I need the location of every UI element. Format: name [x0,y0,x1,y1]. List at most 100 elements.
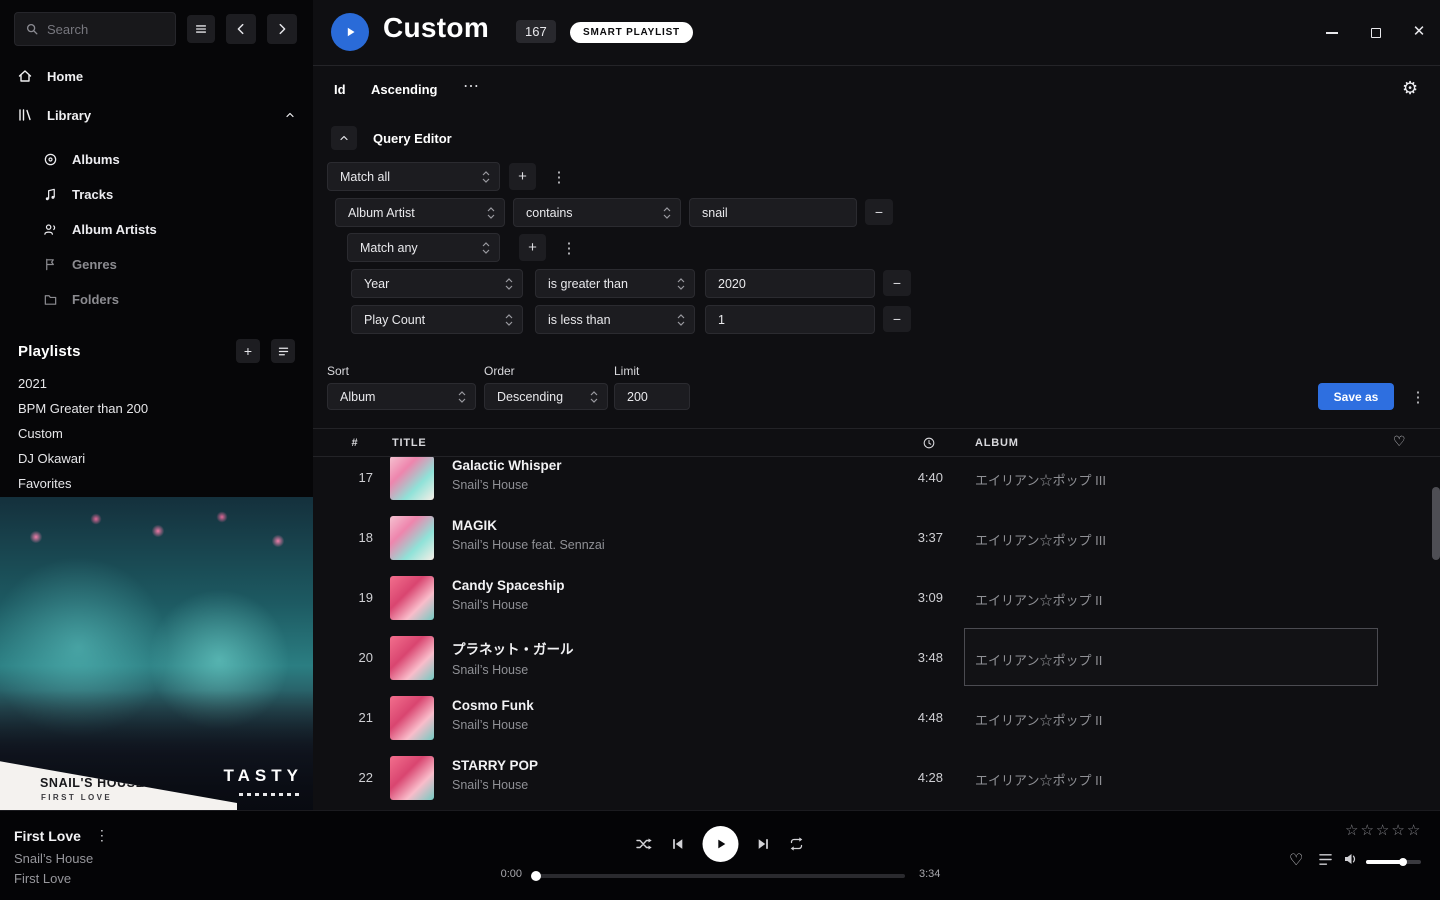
sidebar-item-tracks[interactable]: Tracks [0,177,313,212]
star-icon[interactable]: ☆ [1407,821,1422,839]
maximize-button[interactable] [1365,22,1387,44]
rule-value-input[interactable] [689,198,857,227]
repeat-button[interactable] [789,836,805,852]
forward-button[interactable] [267,14,297,44]
folder-icon [43,292,58,307]
playlist-list-button[interactable] [271,339,295,363]
add-rule-button[interactable]: + [509,163,536,190]
sidebar-item-home[interactable]: Home [0,60,313,92]
seek-bar[interactable] [535,874,905,878]
add-nested-rule-button[interactable]: + [519,234,546,261]
star-icon[interactable]: ☆ [1345,821,1360,839]
close-button[interactable]: ✕ [1408,20,1430,42]
chevron-up-icon[interactable] [284,109,296,121]
kebab-icon: ⋮ [552,168,567,186]
volume-slider[interactable] [1366,860,1421,864]
table-row[interactable]: 20 プラネット・ガール Snail’s House 3:48 エイリアン☆ポッ… [313,628,1440,688]
sidebar-item-label: Tracks [72,187,113,202]
minus-icon: − [893,275,901,291]
seek-handle[interactable] [531,871,541,881]
chevron-up-icon [338,132,350,144]
match-mode-select[interactable]: Match all [327,162,500,191]
save-menu-button[interactable]: ⋮ [1408,383,1428,410]
volume-button[interactable] [1343,852,1359,866]
now-playing-info: First Love ⋮ [14,827,109,844]
table-row[interactable]: 17 Galactic Whisper Snail’s House 4:40 エ… [313,457,1440,508]
playlist-item[interactable]: BPM Greater than 200 [0,396,313,421]
toolbar-more-button[interactable]: ⋯ [463,76,480,96]
rule-field-select[interactable]: Year [351,269,523,298]
rule-field-select[interactable]: Play Count [351,305,523,334]
playlist-item[interactable]: Favorites [0,471,313,496]
sort-select[interactable]: Album [327,383,476,410]
playlist-item[interactable]: DJ Okawari [0,446,313,471]
sidebar-item-albums[interactable]: Albums [0,142,313,177]
next-button[interactable] [757,837,771,851]
now-playing-menu-button[interactable]: ⋮ [95,827,109,844]
add-playlist-button[interactable]: + [236,339,260,363]
play-pause-button[interactable] [703,826,739,862]
column-number[interactable]: # [337,437,373,449]
sidebar-item-folders[interactable]: Folders [0,282,313,317]
rule-operator-select[interactable]: contains [513,198,681,227]
star-icon[interactable]: ☆ [1376,821,1391,839]
group-menu-button[interactable]: ⋮ [549,163,569,190]
star-icon[interactable]: ☆ [1391,821,1406,839]
rule-field-select[interactable]: Album Artist [335,198,505,227]
sidebar-item-library[interactable]: Library [0,99,313,131]
elapsed-time: 0:00 [480,868,522,880]
rule-value-input[interactable] [705,305,875,334]
nested-match-mode-select[interactable]: Match any [347,233,500,262]
queue-button[interactable] [1318,853,1333,866]
volume-handle[interactable] [1399,858,1407,866]
track-artist: Snail’s House [452,598,565,612]
table-row[interactable]: 19 Candy Spaceship Snail’s House 3:09 エイ… [313,568,1440,628]
remove-rule-button[interactable]: − [883,306,911,332]
favorite-button[interactable]: ♡ [1289,850,1303,869]
sidebar-item-album-artists[interactable]: Album Artists [0,212,313,247]
column-title[interactable]: TITLE [392,437,427,449]
remove-rule-button[interactable]: − [883,270,911,296]
table-row[interactable]: 21 Cosmo Funk Snail’s House 4:48 エイリアン☆ポ… [313,688,1440,748]
column-album[interactable]: ALBUM [975,437,1019,449]
star-icon[interactable]: ☆ [1360,821,1375,839]
settings-button[interactable]: ⚙ [1402,78,1418,99]
order-select[interactable]: Descending [484,383,608,410]
now-playing-cover-art[interactable]: SNAIL'S HOUSE FIRST LOVE TASTY [0,497,313,810]
sort-order-button[interactable]: Ascending [371,82,437,97]
track-number: 21 [337,710,373,725]
transport-controls [636,826,805,862]
search-box[interactable] [14,12,176,46]
cover-brand: TASTY [224,766,303,786]
query-editor-title: Query Editor [373,131,452,146]
nested-group-menu-button[interactable]: ⋮ [559,234,579,261]
rule-value-input[interactable] [705,269,875,298]
page-title: Custom [383,12,489,44]
next-icon [757,837,771,851]
previous-button[interactable] [671,837,685,851]
save-as-button[interactable]: Save as [1318,383,1394,410]
favorite-column-icon[interactable]: ♡ [1393,434,1406,450]
flag-icon [43,257,58,272]
playlist-item[interactable]: Custom [0,421,313,446]
play-playlist-button[interactable] [331,13,369,51]
playlist-item[interactable]: 2021 [0,371,313,396]
query-editor-collapse-button[interactable] [331,126,357,150]
rule-operator-select[interactable]: is less than [535,305,695,334]
search-input[interactable] [47,22,165,37]
now-playing-artist: Snail’s House [14,851,93,866]
table-row[interactable]: 18 MAGIK Snail’s House feat. Sennzai 3:3… [313,508,1440,568]
rule-operator-select[interactable]: is greater than [535,269,695,298]
duration-column-icon[interactable] [922,436,936,450]
track-artist: Snail’s House [452,663,574,677]
limit-input[interactable] [614,383,690,410]
sidebar-item-genres[interactable]: Genres [0,247,313,282]
table-row[interactable]: 22 STARRY POP Snail’s House 4:28 エイリアン☆ポ… [313,748,1440,808]
sort-field-button[interactable]: Id [334,82,346,97]
menu-button[interactable] [187,15,215,43]
scrollbar-thumb[interactable] [1432,487,1440,560]
remove-rule-button[interactable]: − [865,199,893,225]
back-button[interactable] [226,14,256,44]
minimize-button[interactable] [1321,22,1343,44]
shuffle-button[interactable] [636,836,653,852]
